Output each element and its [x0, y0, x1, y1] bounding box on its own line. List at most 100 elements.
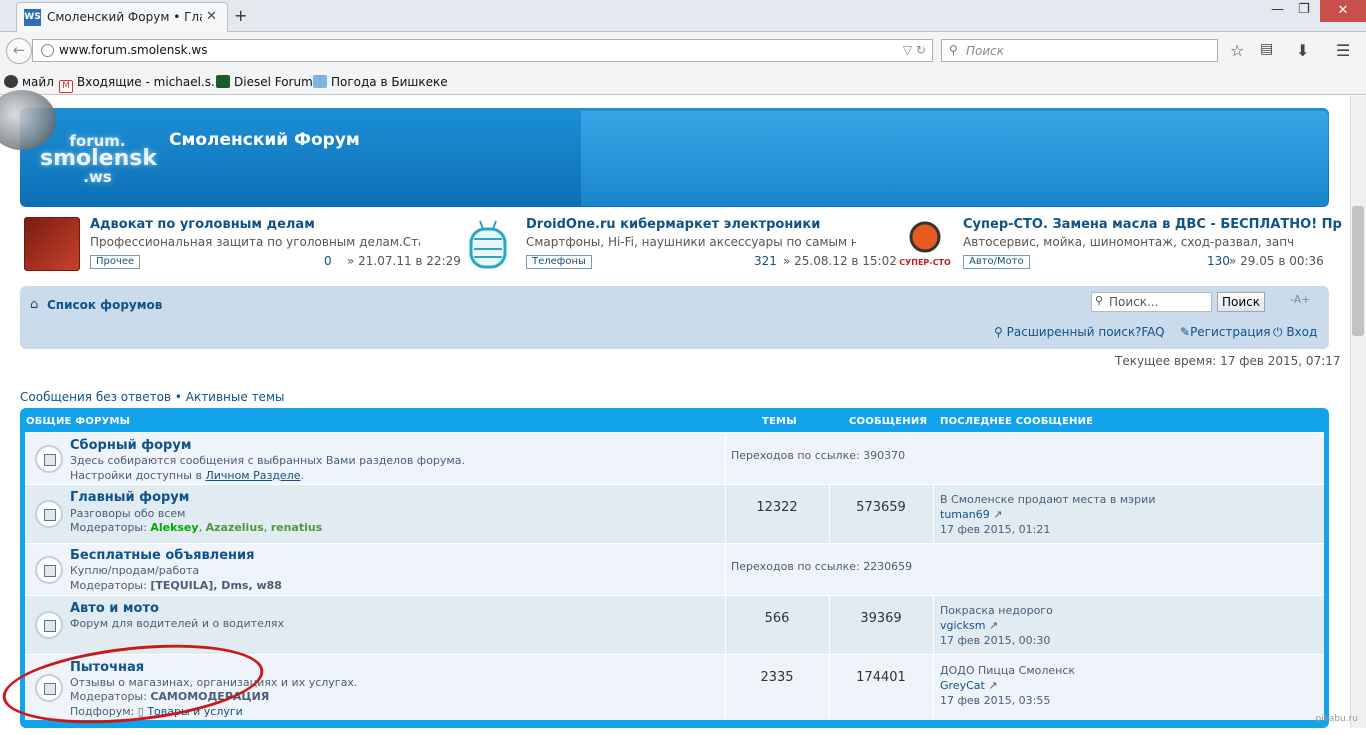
- moderator-link[interactable]: Aleksey: [150, 521, 198, 534]
- forum-list-link[interactable]: Список форумов: [47, 298, 162, 312]
- ad-item[interactable]: DroidOne.ru кибермаркет электроники Смар…: [460, 217, 897, 272]
- ad-count: 0: [324, 254, 332, 268]
- posts-count: 573659: [856, 500, 906, 515]
- forum-title[interactable]: Главный форум: [70, 490, 189, 505]
- moderator-link[interactable]: [TEQUILA], Dms, w88: [150, 579, 282, 592]
- column-divider: [829, 596, 830, 654]
- ad-item[interactable]: Адвокат по уголовным делам Профессиональ…: [24, 217, 461, 272]
- bookmark-diesel[interactable]: Diesel Forum: [216, 75, 313, 89]
- android-ad-image: [460, 217, 516, 271]
- scrollbar-thumb[interactable]: [1352, 206, 1364, 336]
- forum-title[interactable]: Сборный форум: [70, 438, 191, 453]
- site-logo[interactable]: forum. smolensk .ws: [40, 132, 157, 188]
- column-divider: [725, 655, 726, 720]
- register-link[interactable]: ✎Регистрация: [1180, 325, 1271, 339]
- col-header-forums: ОБЩИЕ ФОРУМЫ: [26, 416, 131, 427]
- column-divider: [933, 596, 934, 654]
- register-label: Регистрация: [1190, 325, 1271, 339]
- bookmark-weather[interactable]: Погода в Бишкеке: [313, 75, 448, 89]
- ad-title[interactable]: DroidOne.ru кибермаркет электроники: [526, 217, 820, 232]
- back-icon[interactable]: ←: [6, 38, 32, 64]
- svg-text:СУПЕР-СТО: СУПЕР-СТО: [899, 258, 951, 267]
- unanswered-link[interactable]: Сообщения без ответов: [20, 390, 171, 404]
- col-header-posts: СООБЩЕНИЯ: [849, 416, 928, 427]
- redirect-count: Переходов по ссылке: 2230659: [731, 560, 913, 573]
- last-post-author[interactable]: GreyCat: [940, 679, 985, 692]
- faq-link[interactable]: ?FAQ: [1135, 325, 1165, 339]
- menu-icon[interactable]: ☰: [1336, 41, 1350, 60]
- login-link[interactable]: ⏻ Вход: [1273, 325, 1317, 340]
- url-text[interactable]: www.forum.smolensk.ws: [59, 43, 207, 57]
- last-post-user: GreyCat ↗: [940, 679, 998, 692]
- forum-title[interactable]: Бесплатные объявления: [70, 548, 254, 563]
- topics-count: 12322: [756, 500, 798, 515]
- view-post-icon[interactable]: ↗: [989, 619, 998, 632]
- view-post-icon[interactable]: ↗: [988, 679, 997, 692]
- column-divider: [725, 596, 726, 654]
- minimize-icon[interactable]: —: [1271, 2, 1284, 17]
- table-row: Бесплатные объявления Куплю/продам/работ…: [25, 543, 1324, 595]
- search-icon: ⚲: [949, 43, 958, 57]
- moderators: Модераторы: Aleksey, Azazelius, renatius: [70, 521, 323, 534]
- forum-search-input[interactable]: ⚲ Поиск...: [1091, 292, 1212, 312]
- diesel-icon: [216, 75, 230, 88]
- personal-section-link[interactable]: Личном Разделе: [205, 469, 300, 482]
- bookmark-label: Погода в Бишкеке: [331, 75, 448, 89]
- bookmark-label: Входящие - michael.s...: [77, 75, 223, 89]
- address-bar[interactable]: www.forum.smolensk.ws ▽ ↻: [32, 39, 933, 62]
- browser-search-input[interactable]: ⚲ Поиск: [941, 39, 1218, 62]
- forum-desc: Разговоры обо всем: [70, 507, 186, 520]
- browser-tab[interactable]: WS Смоленский Форум • Гла... ✕: [16, 2, 228, 32]
- last-post-title: Покраска недорого: [940, 604, 1053, 617]
- reload-icon[interactable]: ▽ ↻: [903, 43, 926, 57]
- moderator-link[interactable]: Azazelius: [206, 521, 264, 534]
- table-row: Авто и мото Форум для водителей и о води…: [25, 595, 1324, 654]
- globe-icon: [41, 44, 54, 57]
- advanced-search-link[interactable]: ⚲ Расширенный поиск: [994, 325, 1135, 339]
- home-icon: ⌂: [30, 297, 39, 312]
- ad-date: » 25.08.12 в 15:02: [783, 254, 897, 268]
- forum-desc: Здесь собираются сообщения с выбранных В…: [70, 454, 465, 467]
- downloads-icon[interactable]: ⬇: [1296, 41, 1309, 60]
- last-post-author[interactable]: vgicksm: [940, 619, 985, 632]
- page-scrollbar[interactable]: [1350, 96, 1366, 728]
- forum-icon: [35, 500, 63, 528]
- ad-title[interactable]: Супер-СТО. Замена масла в ДВС - БЕСПЛАТН…: [963, 217, 1342, 232]
- view-post-icon[interactable]: ↗: [993, 508, 1002, 521]
- column-divider: [933, 655, 934, 720]
- ad-item[interactable]: СУПЕР-СТО Супер-СТО. Замена масла в ДВС …: [897, 217, 1342, 272]
- bookmark-star-icon[interactable]: ☆: [1230, 41, 1244, 60]
- ad-tag[interactable]: Авто/Мото: [963, 255, 1030, 269]
- ad-tag[interactable]: Прочее: [90, 255, 141, 269]
- maximize-icon[interactable]: ❐: [1298, 2, 1310, 17]
- moderator-link[interactable]: renatius: [271, 521, 323, 534]
- desc-suffix: .: [300, 469, 305, 482]
- bookmark-mail[interactable]: майл: [4, 75, 54, 89]
- active-topics-link[interactable]: Активные темы: [186, 390, 285, 404]
- last-post-author[interactable]: tuman69: [940, 508, 990, 521]
- ad-desc: Автосервис, мойка, шиномонтаж, сход-разв…: [963, 235, 1293, 249]
- forum-icon: [35, 445, 63, 473]
- window-close-button[interactable]: ✕: [1320, 0, 1366, 22]
- power-icon: ⏻: [1273, 325, 1283, 339]
- mail-icon: [4, 75, 18, 88]
- service-ad-image: СУПЕР-СТО: [897, 217, 953, 271]
- new-tab-icon[interactable]: +: [234, 6, 247, 25]
- forum-icon: [35, 556, 63, 584]
- font-size-toggle[interactable]: -A+: [1290, 293, 1310, 306]
- advanced-search-label: Расширенный поиск: [1006, 325, 1136, 339]
- forum-search-button[interactable]: Поиск: [1217, 292, 1265, 312]
- link-separator: •: [174, 390, 182, 404]
- column-divider: [829, 655, 830, 720]
- col-header-topics: ТЕМЫ: [762, 416, 797, 427]
- forum-desc: Форум для водителей и о водителях: [70, 617, 284, 630]
- forum-title[interactable]: Авто и мото: [70, 601, 159, 616]
- ad-title[interactable]: Адвокат по уголовным делам: [90, 217, 315, 232]
- reading-list-icon[interactable]: ▤: [1260, 41, 1273, 57]
- tab-close-icon[interactable]: ✕: [206, 9, 217, 24]
- ad-tag[interactable]: Телефоны: [526, 255, 592, 269]
- column-divider: [933, 485, 934, 543]
- bookmark-gmail[interactable]: M Входящие - michael.s...: [59, 75, 222, 93]
- table-row: Главный форум Разговоры обо всем Модерат…: [25, 484, 1324, 543]
- last-post-user: vgicksm ↗: [940, 619, 998, 632]
